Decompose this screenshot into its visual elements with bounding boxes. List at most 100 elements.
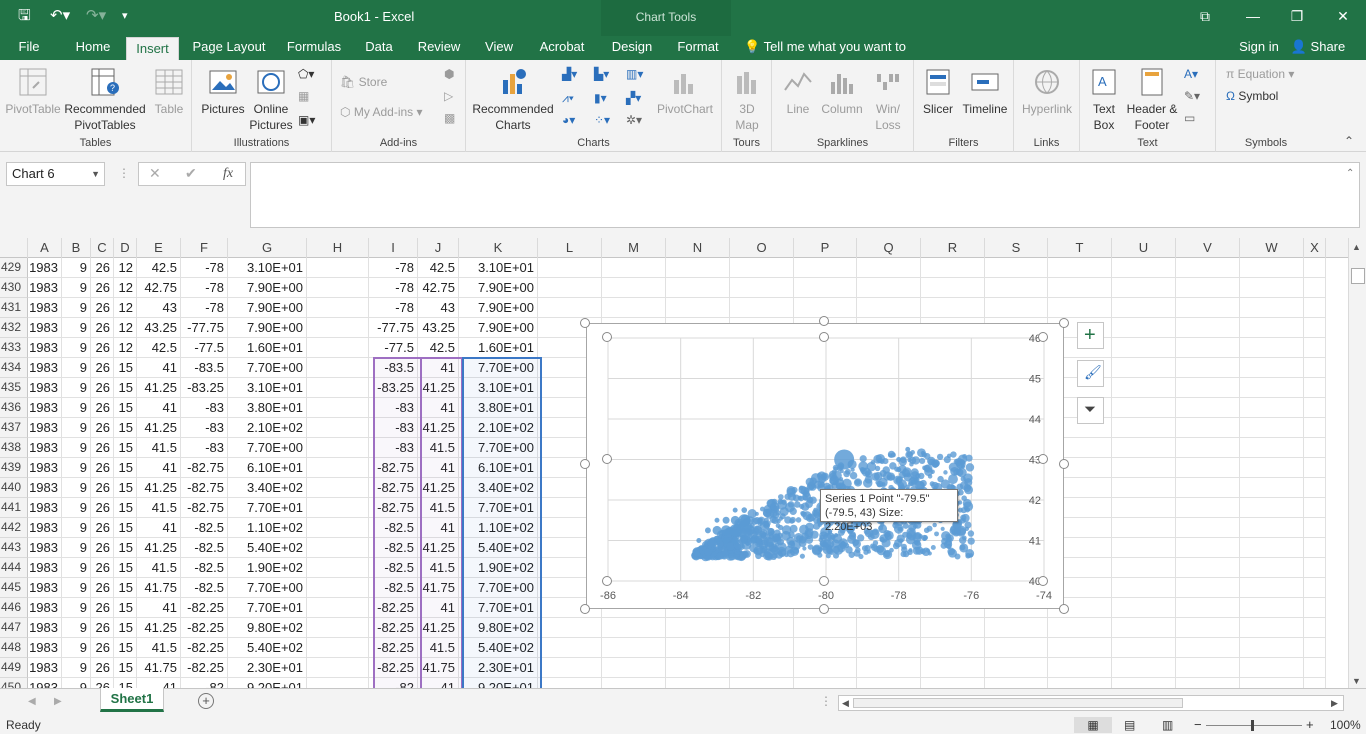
cell-h[interactable] xyxy=(307,678,369,688)
column-header-i[interactable]: I xyxy=(369,238,418,258)
cell-v[interactable] xyxy=(1176,278,1240,298)
cell-w[interactable] xyxy=(1240,258,1304,278)
cell-h[interactable] xyxy=(307,478,369,498)
cell-f[interactable]: -82 xyxy=(181,678,228,688)
cell-w[interactable] xyxy=(1240,398,1304,418)
cell-v[interactable] xyxy=(1176,358,1240,378)
cell-o[interactable] xyxy=(730,258,794,278)
cell-u[interactable] xyxy=(1112,298,1176,318)
cell-f[interactable]: -82.25 xyxy=(181,658,228,678)
scroll-left-icon[interactable]: ◀ xyxy=(842,698,849,709)
row-header[interactable]: 429 xyxy=(0,258,28,278)
close-button[interactable]: ✕ xyxy=(1328,6,1358,28)
cell-m[interactable] xyxy=(602,618,666,638)
cell-c[interactable]: 26 xyxy=(91,378,114,398)
cell-h[interactable] xyxy=(307,318,369,338)
minimize-button[interactable]: — xyxy=(1238,6,1268,28)
line-chart-icon[interactable]: ⩘▾ xyxy=(562,90,574,106)
cell-o[interactable] xyxy=(730,618,794,638)
cell-g[interactable]: 3.80E+01 xyxy=(228,398,307,418)
cell-x[interactable] xyxy=(1304,518,1326,538)
column-header-f[interactable]: F xyxy=(181,238,228,258)
cell-v[interactable] xyxy=(1176,518,1240,538)
cell-n[interactable] xyxy=(666,638,730,658)
cell-a[interactable]: 1983 xyxy=(28,398,62,418)
cell-m[interactable] xyxy=(602,258,666,278)
column-header-t[interactable]: T xyxy=(1048,238,1112,258)
cell-f[interactable]: -82.5 xyxy=(181,578,228,598)
cell-w[interactable] xyxy=(1240,658,1304,678)
cell-e[interactable]: 41 xyxy=(137,598,181,618)
sign-in-link[interactable]: Sign in xyxy=(1234,36,1284,60)
cell-f[interactable]: -82.5 xyxy=(181,538,228,558)
3d-map-button[interactable]: 3D Map xyxy=(726,66,768,133)
addin-icon[interactable]: ▩ xyxy=(444,110,455,126)
cell-w[interactable] xyxy=(1240,538,1304,558)
cell-c[interactable]: 26 xyxy=(91,538,114,558)
cell-e[interactable]: 43 xyxy=(137,298,181,318)
prev-sheet-icon[interactable]: ◀ xyxy=(28,696,36,707)
cell-x[interactable] xyxy=(1304,298,1326,318)
tab-view[interactable]: View xyxy=(478,36,520,60)
cell-w[interactable] xyxy=(1240,498,1304,518)
cell-d[interactable]: 12 xyxy=(114,318,137,338)
cell-p[interactable] xyxy=(794,298,857,318)
column-header-o[interactable]: O xyxy=(730,238,794,258)
tab-acrobat[interactable]: Acrobat xyxy=(532,36,592,60)
equation-button[interactable]: π Equation ▾ xyxy=(1226,66,1294,82)
column-header-c[interactable]: C xyxy=(91,238,114,258)
cell-a[interactable]: 1983 xyxy=(28,458,62,478)
cell-g[interactable]: 7.90E+00 xyxy=(228,278,307,298)
cell-k[interactable]: 7.90E+00 xyxy=(459,278,538,298)
scroll-right-icon[interactable]: ▶ xyxy=(1331,698,1338,709)
text-box-button[interactable]: A Text Box xyxy=(1086,66,1122,133)
cell-p[interactable] xyxy=(794,278,857,298)
cell-i[interactable]: -78 xyxy=(369,278,418,298)
cell-x[interactable] xyxy=(1304,578,1326,598)
cell-s[interactable] xyxy=(985,658,1048,678)
column-header-l[interactable]: L xyxy=(538,238,602,258)
row-header[interactable]: 431 xyxy=(0,298,28,318)
scroll-thumb[interactable] xyxy=(1351,268,1365,284)
cell-h[interactable] xyxy=(307,598,369,618)
cell-a[interactable]: 1983 xyxy=(28,318,62,338)
cell-d[interactable]: 15 xyxy=(114,398,137,418)
cell-c[interactable]: 26 xyxy=(91,618,114,638)
cell-p[interactable] xyxy=(794,258,857,278)
row-header[interactable]: 432 xyxy=(0,318,28,338)
cell-r[interactable] xyxy=(921,638,985,658)
cell-h[interactable] xyxy=(307,618,369,638)
chart-filters-button[interactable]: ⏷ xyxy=(1077,397,1104,424)
wordart-icon[interactable]: A▾ xyxy=(1184,66,1198,82)
tab-review[interactable]: Review xyxy=(412,36,466,60)
cell-b[interactable]: 9 xyxy=(62,538,91,558)
cell-v[interactable] xyxy=(1176,618,1240,638)
save-icon[interactable]: 🖫 xyxy=(18,6,31,26)
pivotchart-button[interactable]: PivotChart xyxy=(654,66,716,117)
resize-handle[interactable] xyxy=(819,604,829,614)
cell-q[interactable] xyxy=(857,618,921,638)
cell-k[interactable]: 3.10E+01 xyxy=(459,258,538,278)
cell-h[interactable] xyxy=(307,278,369,298)
cell-b[interactable]: 9 xyxy=(62,598,91,618)
cell-b[interactable]: 9 xyxy=(62,638,91,658)
cell-k[interactable]: 7.90E+00 xyxy=(459,298,538,318)
cell-w[interactable] xyxy=(1240,378,1304,398)
redo-icon[interactable]: ↷▾ xyxy=(86,6,106,26)
select-all-corner[interactable] xyxy=(0,238,28,258)
horizontal-scrollbar[interactable]: ◀ ▶ xyxy=(838,695,1344,711)
cell-h[interactable] xyxy=(307,518,369,538)
combo-chart-icon[interactable]: ▞▾ xyxy=(626,90,641,106)
cell-p[interactable] xyxy=(794,658,857,678)
scroll-down-icon[interactable]: ▼ xyxy=(1352,676,1361,686)
cell-f[interactable]: -83.5 xyxy=(181,358,228,378)
row-header[interactable]: 436 xyxy=(0,398,28,418)
page-break-view-icon[interactable]: ▥ xyxy=(1162,716,1173,734)
cell-v[interactable] xyxy=(1176,598,1240,618)
cell-n[interactable] xyxy=(666,278,730,298)
cell-u[interactable] xyxy=(1112,558,1176,578)
cell-n[interactable] xyxy=(666,658,730,678)
cell-d[interactable]: 15 xyxy=(114,498,137,518)
vertical-scrollbar[interactable]: ▲ ▼ xyxy=(1348,238,1366,688)
cell-f[interactable]: -77.75 xyxy=(181,318,228,338)
